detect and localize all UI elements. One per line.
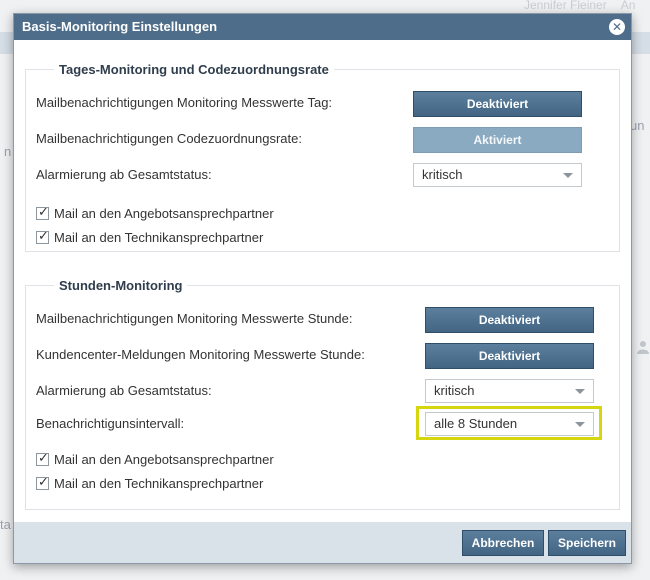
alarmierung-tag-value: kritisch	[422, 167, 463, 182]
benachrichtigungsintervall-label: Benachrichtigunsintervall:	[36, 416, 185, 431]
alarmierung-stunde-label: Alarmierung ab Gesamtstatus:	[36, 383, 212, 398]
technik-stunde-checkbox[interactable]: ✓	[36, 474, 49, 490]
row-benachrichtigungsintervall: Benachrichtigunsintervall: alle 8 Stunde…	[36, 406, 619, 440]
background-text-fragment: n	[4, 144, 12, 159]
checkmark-icon: ✓	[38, 204, 49, 219]
dialog-body: Tages-Monitoring und Codezuordnungsrate …	[14, 40, 631, 522]
kundencenter-meldungen-label: Kundencenter-Meldungen Monitoring Messwe…	[36, 347, 365, 362]
section-tages-monitoring: Tages-Monitoring und Codezuordnungsrate …	[25, 62, 620, 252]
section-stunden-monitoring: Stunden-Monitoring Mailbenachrichtigunge…	[25, 278, 620, 510]
row-alarmierung-tag: Alarmierung ab Gesamtstatus: kritisch	[36, 163, 619, 189]
angebot-tag-label: Mail an den Angebotsansprechpartner	[54, 206, 274, 221]
section-legend: Tages-Monitoring und Codezuordnungsrate	[59, 62, 329, 77]
checkbox-row-technik-tag: ✓ Mail an den Technikansprechpartner	[36, 228, 264, 248]
technik-tag-checkbox[interactable]: ✓	[36, 228, 49, 244]
angebot-stunde-label: Mail an den Angebotsansprechpartner	[54, 452, 274, 467]
checkbox-row-angebot-tag: ✓ Mail an den Angebotsansprechpartner	[36, 204, 274, 224]
mail-messwerte-stunde-label: Mailbenachrichtigungen Monitoring Messwe…	[36, 311, 353, 326]
mail-messwerte-stunde-toggle-button[interactable]: Deaktiviert	[425, 307, 594, 333]
technik-tag-label: Mail an den Technikansprechpartner	[54, 230, 264, 245]
mail-codezuordnung-label: Mailbenachrichtigungen Codezuordnungsrat…	[36, 131, 302, 146]
dialog-footer: Abbrechen Speichern	[14, 522, 631, 563]
row-kundencenter-meldungen: Kundencenter-Meldungen Monitoring Messwe…	[36, 343, 619, 369]
chevron-down-icon	[575, 389, 585, 394]
section-legend: Stunden-Monitoring	[59, 278, 183, 293]
checkbox-row-angebot-stunde: ✓ Mail an den Angebotsansprechpartner	[36, 450, 274, 470]
checkbox-row-technik-stunde: ✓ Mail an den Technikansprechpartner	[36, 474, 264, 494]
row-mail-codezuordnung: Mailbenachrichtigungen Codezuordnungsrat…	[36, 127, 619, 153]
dialog-title: Basis-Monitoring Einstellungen	[22, 19, 218, 34]
checkmark-icon: ✓	[38, 450, 49, 465]
row-mail-messwerte-tag: Mailbenachrichtigungen Monitoring Messwe…	[36, 91, 619, 117]
kundencenter-meldungen-toggle-button[interactable]: Deaktiviert	[425, 343, 594, 369]
background-text-fragment: ta	[0, 517, 11, 532]
chevron-down-icon	[575, 422, 585, 427]
mail-messwerte-tag-label: Mailbenachrichtigungen Monitoring Messwe…	[36, 95, 333, 110]
alarmierung-stunde-value: kritisch	[434, 383, 475, 398]
checkmark-icon: ✓	[38, 474, 49, 489]
alarmierung-stunde-select[interactable]: kritisch	[425, 379, 594, 403]
angebot-tag-checkbox[interactable]: ✓	[36, 204, 49, 220]
benachrichtigungsintervall-value: alle 8 Stunden	[434, 416, 518, 431]
checkmark-icon: ✓	[38, 228, 49, 243]
chevron-down-icon	[563, 173, 573, 178]
row-mail-messwerte-stunde: Mailbenachrichtigungen Monitoring Messwe…	[36, 307, 619, 333]
background-text-fragment: un	[630, 118, 645, 133]
mail-codezuordnung-toggle-button[interactable]: Aktiviert	[413, 127, 582, 153]
row-alarmierung-stunde: Alarmierung ab Gesamtstatus: kritisch	[36, 379, 619, 405]
dialog-titlebar: Basis-Monitoring Einstellungen ✕	[14, 14, 631, 40]
settings-dialog: Basis-Monitoring Einstellungen ✕ Tages-M…	[13, 13, 632, 564]
angebot-stunde-checkbox[interactable]: ✓	[36, 450, 49, 466]
close-icon[interactable]: ✕	[609, 19, 625, 35]
save-button[interactable]: Speichern	[548, 530, 626, 556]
user-icon	[636, 340, 650, 357]
cancel-button[interactable]: Abbrechen	[462, 530, 544, 556]
benachrichtigungsintervall-select[interactable]: alle 8 Stunden	[425, 412, 594, 436]
background-user-name: Jennifer Fleiner An	[524, 0, 636, 12]
technik-stunde-label: Mail an den Technikansprechpartner	[54, 476, 264, 491]
alarmierung-tag-label: Alarmierung ab Gesamtstatus:	[36, 167, 212, 182]
mail-messwerte-tag-toggle-button[interactable]: Deaktiviert	[413, 91, 582, 117]
alarmierung-tag-select[interactable]: kritisch	[413, 163, 582, 187]
